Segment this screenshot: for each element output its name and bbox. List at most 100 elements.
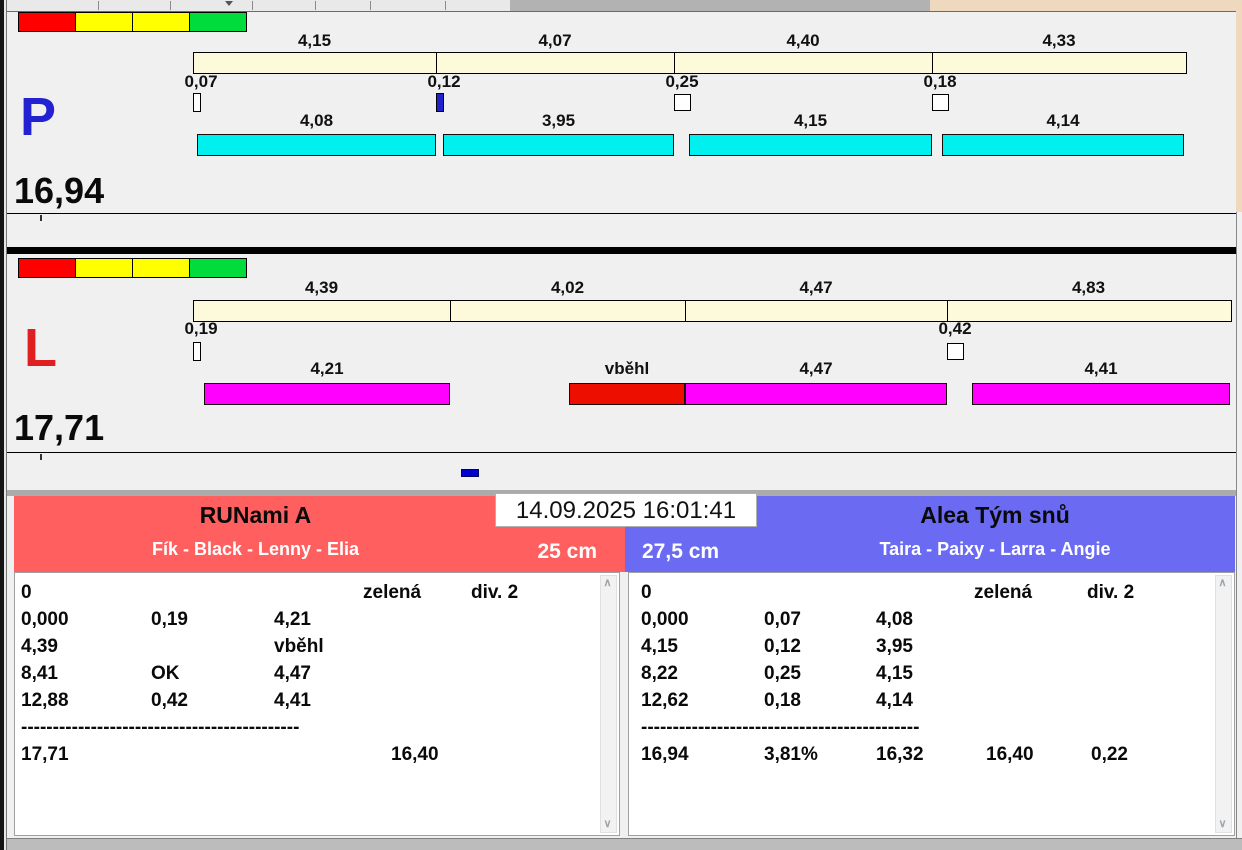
log-cell: 0,000: [21, 609, 69, 630]
dog-time-bar: [685, 383, 947, 405]
top-toolbar-strip: [0, 0, 1242, 12]
run-light-cell: [75, 258, 133, 278]
log-line: 12,62 0,18 4,14: [629, 689, 1234, 716]
log-cell: 4,39: [21, 636, 58, 657]
team-name-right: Alea Tým snů: [920, 502, 1070, 528]
log-cell: 0: [641, 582, 652, 603]
log-cell: zelená: [363, 582, 422, 603]
split-time-label: 4,40: [786, 31, 820, 50]
log-line: 0,000 0,19 4,21: [15, 608, 619, 635]
split-bar: [193, 52, 1187, 74]
dog-time-label: 3,95: [541, 111, 576, 130]
log-cell: vběhl: [274, 636, 324, 657]
dog-time-bar: [204, 383, 450, 405]
log-cell: 16,40: [986, 744, 1034, 765]
log-cell: 8,22: [641, 663, 678, 684]
split-time-label: 4,07: [538, 31, 572, 50]
log-cell: 0,18: [764, 690, 801, 711]
run-light-cell: [189, 258, 247, 278]
log-cell: 0,000: [641, 609, 689, 630]
toolbar-gray-zone: [510, 0, 930, 11]
window-left-border-inner: [4, 0, 7, 850]
background-window-edge: [930, 0, 1242, 11]
log-line: ----------------------------------------…: [15, 716, 619, 743]
gap-marker-checkbox[interactable]: [947, 343, 964, 360]
team-dogs-left: Fík - Black - Lenny - Elia: [151, 539, 360, 559]
cursor-tick: [40, 215, 42, 221]
dog-time-bar: [972, 383, 1230, 405]
gap-time-label: 0,42: [938, 319, 972, 338]
log-cell: 17,71: [21, 744, 69, 765]
split-segment: [194, 301, 451, 321]
split-time-label: 4,47: [799, 278, 833, 297]
split-time-label: 4,02: [550, 278, 585, 297]
split-time-label: 4,33: [1042, 31, 1076, 50]
log-line: 0 zelená div. 2: [629, 581, 1234, 608]
team-height-left: 25 cm: [537, 540, 597, 563]
gap-marker-checkbox[interactable]: [674, 94, 691, 111]
log-cell: 12,62: [641, 690, 689, 711]
timing-app-window: P 4,15 4,07 4,40 4,33 0,07 0,12 0,25 0,18 4,08 3,9…: [0, 0, 1242, 850]
split-time-label: 4,83: [1071, 278, 1106, 297]
log-line: ----------------------------------------…: [629, 716, 1234, 743]
dog-time-bar: [197, 134, 436, 156]
run-light-cell: [75, 12, 133, 32]
toolbar-separator: [252, 1, 253, 10]
toolbar-separator: [170, 1, 171, 10]
gap-time-label: 0,18: [923, 72, 957, 91]
gap-marker-checkbox[interactable]: [193, 93, 201, 112]
lane-total: 16,94: [14, 170, 105, 211]
dog-time-label: 4,14: [1046, 111, 1080, 130]
split-segment: [675, 53, 933, 73]
log-cell: 8,41: [21, 663, 58, 684]
toolbar-separator: [98, 1, 99, 10]
dog-time-label: vběhl: [604, 359, 650, 378]
lane-letter-p: P: [20, 87, 57, 147]
run-light-cell: [132, 12, 190, 32]
log-cell: div. 2: [471, 582, 519, 603]
log-panel-left[interactable]: ∧ ∨ 0 zelená div. 2 0,000 0,19 4,21 4,39 vběhl 8…: [14, 572, 620, 836]
run-light-cell: [18, 12, 76, 32]
log-cell: OK: [151, 663, 180, 684]
toolbar-separator: [370, 1, 371, 10]
datetime-text: 14.09.2025 16:01:41: [515, 497, 737, 524]
run-light-cell: [18, 258, 76, 278]
log-line: 12,88 0,42 4,41: [15, 689, 619, 716]
gap-marker-checkbox[interactable]: [932, 94, 949, 111]
gap-marker-checkbox[interactable]: [193, 342, 201, 361]
log-cell: 12,88: [21, 690, 69, 711]
gap-marker-checkbox[interactable]: [436, 93, 444, 112]
log-cell: 4,41: [274, 690, 311, 711]
split-time-label: 4,39: [304, 278, 339, 297]
log-cell: 4,21: [274, 609, 311, 630]
log-cell: 0,07: [764, 609, 801, 630]
log-line: 17,71 16,40: [15, 743, 619, 770]
toolbar-separator: [315, 1, 316, 10]
run-light-cell: [132, 258, 190, 278]
dog-time-label: 4,41: [1084, 359, 1118, 378]
dog-time-bar: [942, 134, 1184, 156]
gap-time-label: 0,07: [184, 72, 218, 91]
log-cell: 4,15: [876, 663, 913, 684]
split-segment: [194, 53, 437, 73]
section-divider: [7, 247, 1236, 254]
team-dogs-right: Taira - Paixy - Larra - Angie: [879, 539, 1111, 559]
log-cell: 0,22: [1091, 744, 1128, 765]
log-cell: 0,12: [764, 636, 801, 657]
log-line: 4,39 vběhl: [15, 635, 619, 662]
datetime-box: 14.09.2025 16:01:41: [495, 493, 757, 527]
scroll-down-button[interactable]: ∨: [1216, 817, 1229, 832]
log-panel-right[interactable]: ∧ ∨ 0 zelená div. 2 0,000 0,07 4,08 4,15 0,12 3,…: [628, 572, 1235, 836]
chevron-down-icon[interactable]: [225, 1, 233, 6]
log-line: 0,000 0,07 4,08: [629, 608, 1234, 635]
log-cell: 0,19: [151, 609, 188, 630]
log-cell: div. 2: [1087, 582, 1135, 603]
log-cell: 4,14: [876, 690, 913, 711]
log-cell: 0: [21, 582, 32, 603]
log-cell: 16,94: [641, 744, 689, 765]
scroll-down-button[interactable]: ∨: [601, 817, 614, 832]
log-cell: 3,95: [876, 636, 913, 657]
position-indicator-dash: [461, 469, 479, 477]
split-time-label: 4,15: [297, 31, 332, 50]
run-light-cell: [189, 12, 247, 32]
